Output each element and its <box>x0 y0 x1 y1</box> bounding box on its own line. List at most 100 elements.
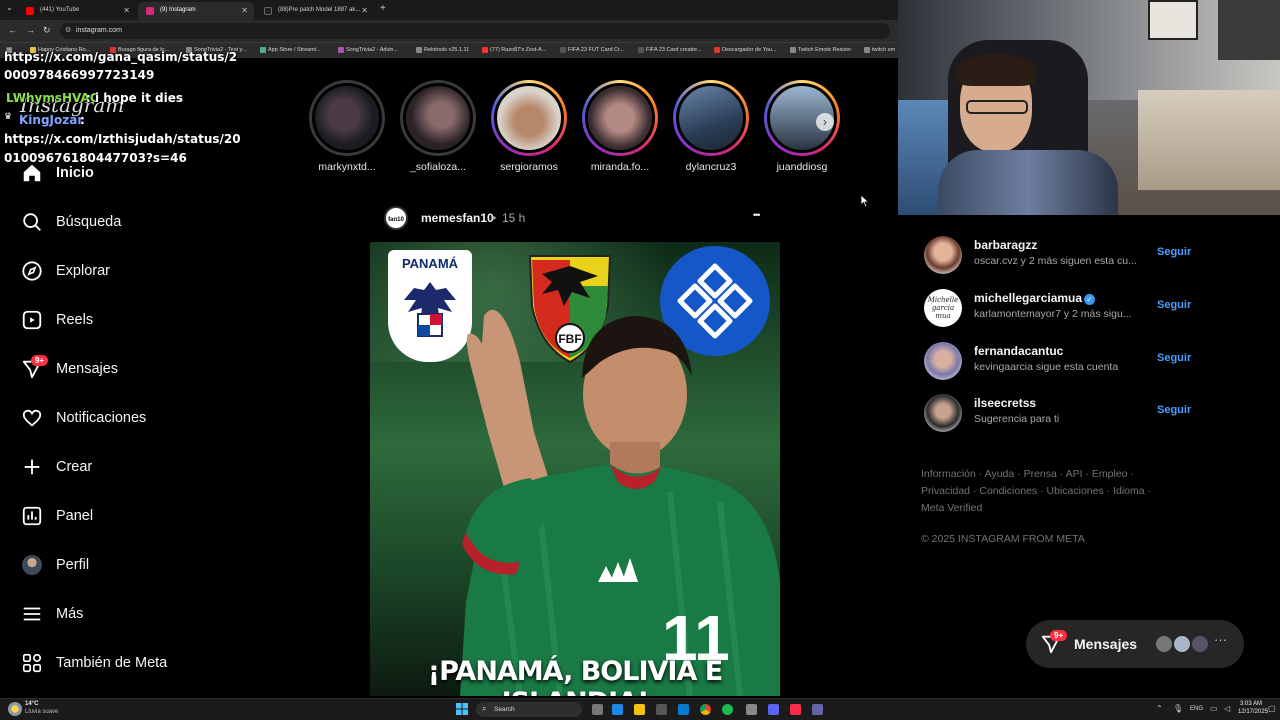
bookmark-item[interactable]: Relotools v25.1.11 <box>416 47 469 53</box>
weather-icon[interactable] <box>8 702 22 716</box>
chrome-icon[interactable] <box>700 704 711 715</box>
bookmark-item[interactable]: Descargador de You... <box>714 47 776 53</box>
back-icon[interactable]: ← <box>8 25 17 35</box>
post-image[interactable]: PANAMÁ FBF 11 ¡PANAMÁ, BOLIVIA E <box>370 242 780 696</box>
sidebar-item-panel[interactable]: Panel <box>20 501 210 531</box>
story-avatar <box>312 83 382 153</box>
discord-icon[interactable] <box>768 704 779 715</box>
chat-line: https://x.com/Izthisjudah/status/20 <box>4 132 241 146</box>
tab-search-icon[interactable]: ⌄ <box>6 3 13 12</box>
post-author-name[interactable]: memesfan10 <box>421 211 494 225</box>
follow-button[interactable]: Seguir <box>1157 352 1191 364</box>
bookmark-item[interactable]: FIFA 23 FUT Card Cr... <box>560 47 624 53</box>
chat-message: : i hope it dies <box>86 91 183 105</box>
menu-icon <box>20 602 44 626</box>
sidebar-item-busqueda[interactable]: Búsqueda <box>20 207 210 237</box>
post-caption-overlay: ¡PANAMÁ, BOLIVIA E ISLANDIA! <box>427 656 723 696</box>
file-explorer-icon[interactable] <box>634 704 645 715</box>
bookmark-item[interactable]: FIFA 23 Card creator... <box>638 47 701 53</box>
tab-instagram[interactable]: (9) Instagram ✕ <box>138 2 254 20</box>
reload-icon[interactable]: ↻ <box>43 25 51 36</box>
volume-icon[interactable]: ◁ <box>1224 704 1230 713</box>
footer-link[interactable]: API <box>1066 468 1083 480</box>
task-view-icon[interactable] <box>592 704 603 715</box>
story-item[interactable]: miranda.fo... <box>580 80 660 173</box>
site-info-icon[interactable]: ⚙ <box>65 26 71 34</box>
follow-button[interactable]: Seguir <box>1157 299 1191 311</box>
tab-tiktok[interactable]: (88)Pre patch Model 1887 ak... ✕ <box>256 2 374 20</box>
messages-badge: 9+ <box>31 355 49 366</box>
bookmark-item[interactable]: App Store / Streami... <box>260 47 321 53</box>
footer-link[interactable]: Condiciones <box>979 485 1037 497</box>
footer-copyright: © 2025 INSTAGRAM FROM META <box>921 533 1085 545</box>
post-author-avatar[interactable]: fan10 <box>384 206 408 230</box>
footer-links-row: Información · Ayuda · Prensa · API · Emp… <box>921 468 1134 480</box>
music-icon[interactable] <box>790 704 801 715</box>
footer-link[interactable]: Privacidad <box>921 485 970 497</box>
sidebar-item-crear[interactable]: Crear <box>20 452 210 482</box>
bookmark-item[interactable]: Twitch Emote Resizer <box>790 47 851 53</box>
bookmark-item[interactable]: (77) Razo87's Zest-A... <box>482 47 546 53</box>
sidebar-item-reels[interactable]: Reels <box>20 305 210 335</box>
microphone-icon[interactable]: 🎙 <box>1173 704 1183 713</box>
sidebar-item-tambien-de-meta[interactable]: También de Meta <box>20 648 210 678</box>
suggestion-avatar[interactable] <box>924 236 962 274</box>
forward-icon[interactable]: → <box>26 25 35 35</box>
follow-button[interactable]: Seguir <box>1157 246 1191 258</box>
sidebar-item-perfil[interactable]: Perfil <box>20 550 210 580</box>
story-item[interactable]: sergioramos <box>489 80 569 173</box>
tiktok-favicon-icon <box>264 7 272 15</box>
address-bar[interactable]: ⚙ instagram.com <box>60 23 890 39</box>
story-item[interactable]: dylancruz3 <box>671 80 751 173</box>
chat-badge-icon: ♛ <box>4 112 13 122</box>
suggestion-avatar[interactable]: Michelle garcia mua <box>924 289 962 327</box>
suggestion-item: fernandacantuc kevingaarcia sigue esta c… <box>924 340 1191 380</box>
footer-link[interactable]: Prensa <box>1024 468 1057 480</box>
app-icon[interactable] <box>746 704 757 715</box>
post-more-icon[interactable]: ••• <box>753 210 761 220</box>
chat-avatar <box>1154 634 1174 654</box>
chat-line: 000978466997723149 <box>4 68 155 82</box>
teams-icon[interactable] <box>812 704 823 715</box>
stories-next-icon[interactable]: › <box>816 113 834 131</box>
story-item[interactable]: markynxtd... <box>307 80 387 173</box>
messages-pill[interactable]: 9+ Mensajes ··· <box>1026 620 1244 668</box>
player-figure: 11 <box>460 309 780 696</box>
meta-apps-icon <box>20 651 44 675</box>
notifications-icon[interactable]: ▢ <box>1268 704 1276 713</box>
chat-line: https://x.com/gana_qasim/status/2 <box>4 50 238 64</box>
mail-icon[interactable] <box>678 704 689 715</box>
instagram-favicon-icon <box>146 7 154 15</box>
footer-link[interactable]: Idioma <box>1113 485 1145 497</box>
close-tab-icon[interactable]: ✕ <box>123 6 130 15</box>
spotify-icon[interactable] <box>722 704 733 715</box>
tray-chevron-icon[interactable]: ⌃ <box>1156 704 1163 713</box>
footer-link[interactable]: Ayuda <box>985 468 1015 480</box>
edge-icon[interactable] <box>612 704 623 715</box>
windows-start-icon[interactable] <box>456 703 468 715</box>
store-icon[interactable] <box>656 704 667 715</box>
bookmark-item[interactable]: twitch em <box>864 47 895 53</box>
chat-avatar <box>1172 634 1192 654</box>
story-item[interactable]: _sofialoza... <box>398 80 478 173</box>
footer-link[interactable]: Ubicaciones <box>1047 485 1104 497</box>
follow-button[interactable]: Seguir <box>1157 404 1191 416</box>
sidebar-item-mas[interactable]: Más <box>20 599 210 629</box>
sidebar-item-notificaciones[interactable]: Notificaciones <box>20 403 210 433</box>
taskbar-search[interactable]: ⌕ Search <box>476 702 582 717</box>
footer-link[interactable]: Empleo <box>1092 468 1128 480</box>
footer-link[interactable]: Información <box>921 468 976 480</box>
new-tab-button[interactable]: + <box>380 3 386 14</box>
network-icon[interactable]: ▭ <box>1210 704 1218 713</box>
sidebar-item-explorar[interactable]: Explorar <box>20 256 210 286</box>
sidebar-item-inicio[interactable]: Inicio <box>20 158 210 188</box>
chat-avatar <box>1190 634 1210 654</box>
sidebar-item-mensajes[interactable]: Mensajes <box>20 354 210 384</box>
footer-link[interactable]: Meta Verified <box>921 502 982 514</box>
bookmark-item[interactable]: SongTrivia2 - Advin... <box>338 47 398 53</box>
suggestion-avatar[interactable] <box>924 394 962 432</box>
tab-youtube[interactable]: (441) YouTube ✕ <box>18 2 136 20</box>
suggestion-avatar[interactable] <box>924 342 962 380</box>
close-tab-icon[interactable]: ✕ <box>361 6 368 15</box>
close-tab-icon[interactable]: ✕ <box>241 6 248 15</box>
